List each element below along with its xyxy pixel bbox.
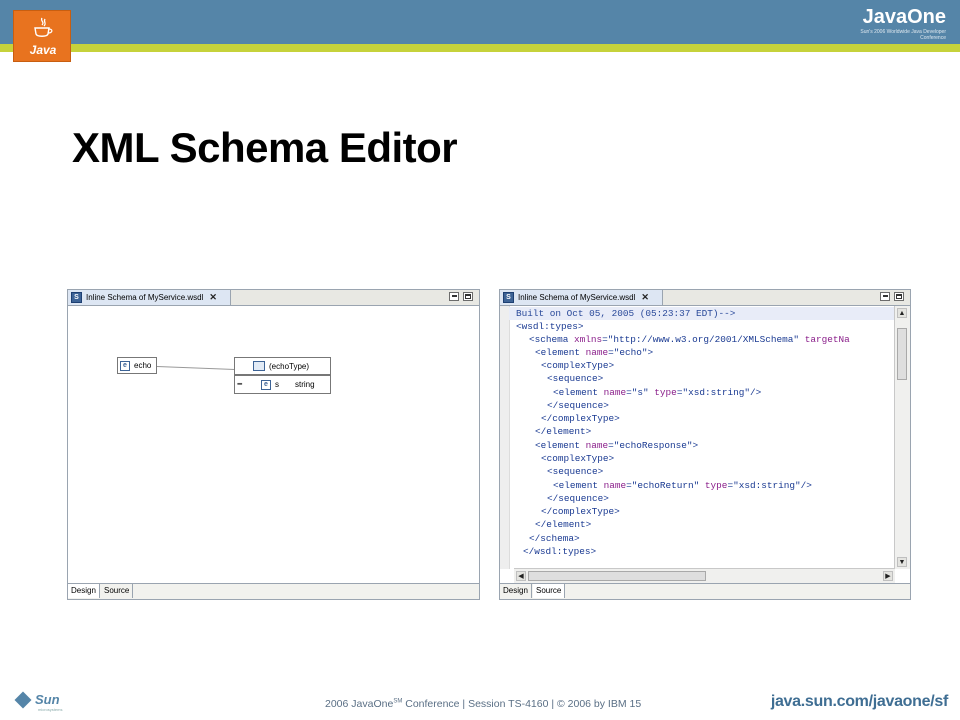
close-icon[interactable]: ✕ xyxy=(641,292,649,303)
footer-url: java.sun.com/javaone/sf xyxy=(770,693,948,710)
tab-design[interactable]: Design xyxy=(500,584,532,598)
minimize-icon[interactable] xyxy=(449,292,459,301)
coffee-cup-icon xyxy=(34,17,53,37)
code-line: </complexType> xyxy=(541,413,620,424)
code-line: </schema> xyxy=(529,533,580,544)
close-icon[interactable]: ✕ xyxy=(209,292,217,303)
tab-label: Inline Schema of MyService.wsdl xyxy=(86,293,204,302)
code-line: <complexType> xyxy=(541,360,615,371)
code-line: Built on Oct 05, 2005 (05:23:37 EDT)--> xyxy=(509,307,895,320)
tab-source[interactable]: Source xyxy=(101,584,134,598)
code-line: <wsdl:types> xyxy=(516,321,584,332)
tab-inline-schema[interactable]: S Inline Schema of MyService.wsdl ✕ xyxy=(68,290,231,305)
tab-label: Inline Schema of MyService.wsdl xyxy=(518,293,636,302)
sun-logo: Sun xyxy=(14,691,60,709)
javaone-brand: JavaOne Sun's 2006 Worldwide Java Develo… xyxy=(856,6,946,41)
sun-logo-text: Sun xyxy=(35,692,60,707)
code-line: </element> xyxy=(535,426,592,437)
editor-ruler xyxy=(500,306,510,569)
tab-source[interactable]: Source xyxy=(533,584,566,598)
complex-type-node[interactable]: (echoType) xyxy=(234,357,331,375)
slide-title: XML Schema Editor xyxy=(72,124,458,171)
footer-conference-text: 2006 JavaOneSM Conference | Session TS-4… xyxy=(325,698,642,710)
vertical-scroll-thumb[interactable] xyxy=(897,328,907,380)
child-element-name: s xyxy=(275,380,279,389)
schema-diagram: e echo (echoType) ▪▪▪ e s string xyxy=(68,306,479,583)
code-line: <sequence> xyxy=(547,466,604,477)
header-stripe xyxy=(0,44,960,52)
scroll-right-icon[interactable]: ▶ xyxy=(883,571,893,581)
bottom-tabbar: Design Source xyxy=(68,583,479,599)
source-editor: S Inline Schema of MyService.wsdl ✕ Buil… xyxy=(499,289,911,600)
java-logo: Java xyxy=(13,10,71,62)
java-logo-text: Java xyxy=(29,43,57,57)
code-line: </sequence> xyxy=(547,400,609,411)
maximize-icon[interactable] xyxy=(463,292,473,301)
complex-type-label: (echoType) xyxy=(269,361,310,371)
brand-name: JavaOne xyxy=(862,6,946,28)
scroll-left-icon[interactable]: ◀ xyxy=(516,571,526,581)
code-line: <schema xmlns="http://www.w3.org/2001/XM… xyxy=(529,334,850,345)
element-node-label: echo xyxy=(134,361,152,370)
complex-type-icon xyxy=(253,361,265,371)
vertical-scrollbar[interactable]: ▲ ▼ xyxy=(894,306,910,569)
code-line: </sequence> xyxy=(547,493,609,504)
code-line: </complexType> xyxy=(541,506,620,517)
code-line: <element name="s" type="xsd:string"/> xyxy=(553,387,762,398)
horizontal-scroll-thumb[interactable] xyxy=(528,571,706,581)
minimize-icon[interactable] xyxy=(880,292,890,301)
code-line: <element name="echoReturn" type="xsd:str… xyxy=(553,480,812,491)
code-line: </wsdl:types> xyxy=(523,546,597,557)
code-line: <sequence> xyxy=(547,373,604,384)
scroll-down-icon[interactable]: ▼ xyxy=(897,557,907,567)
element-icon: e xyxy=(261,379,271,390)
element-node-echo[interactable]: e echo xyxy=(117,357,157,374)
tab-design[interactable]: Design xyxy=(68,584,100,598)
tab-inline-schema[interactable]: S Inline Schema of MyService.wsdl ✕ xyxy=(500,290,663,305)
connector-line xyxy=(156,366,235,370)
child-element-type: string xyxy=(295,380,315,389)
editor-tabbar: S Inline Schema of MyService.wsdl ✕ xyxy=(500,290,910,306)
child-element-row[interactable]: ▪▪▪ e s string xyxy=(234,375,331,394)
scroll-up-icon[interactable]: ▲ xyxy=(897,308,907,318)
header-bar xyxy=(0,0,960,44)
schema-file-icon: S xyxy=(503,292,514,303)
brand-tagline: Sun's 2006 Worldwide Java Developer Conf… xyxy=(860,29,946,41)
source-code-area[interactable]: Built on Oct 05, 2005 (05:23:37 EDT)--> … xyxy=(500,306,895,569)
code-line: <complexType> xyxy=(541,453,615,464)
code-line: <element name="echoResponse"> xyxy=(535,440,699,451)
sun-logo-subtext: microsystems xyxy=(38,707,63,712)
maximize-icon[interactable] xyxy=(894,292,904,301)
element-icon: e xyxy=(120,360,130,371)
code-line: <element name="echo"> xyxy=(535,347,654,358)
editor-tabbar: S Inline Schema of MyService.wsdl ✕ xyxy=(68,290,479,306)
sequence-icon: ▪▪▪ xyxy=(237,381,242,388)
schema-file-icon: S xyxy=(71,292,82,303)
bottom-tabbar: Design Source xyxy=(500,583,910,599)
code-line: </element> xyxy=(535,519,592,530)
horizontal-scrollbar[interactable]: ◀ ▶ xyxy=(514,568,895,583)
design-editor: S Inline Schema of MyService.wsdl ✕ e ec… xyxy=(67,289,480,600)
sun-diamond-icon xyxy=(14,691,32,709)
